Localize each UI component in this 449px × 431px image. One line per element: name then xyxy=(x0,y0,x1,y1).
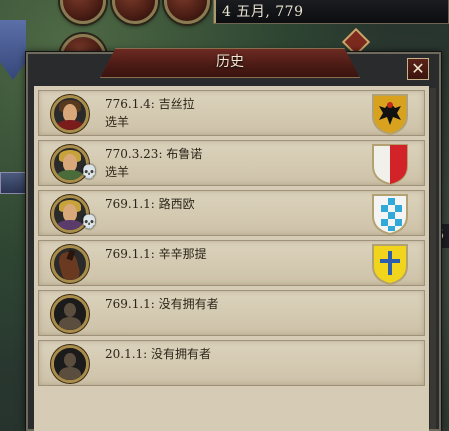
coat-of-arms-icon[interactable] xyxy=(368,192,412,236)
history-list: 776.1.4: 吉丝拉 选羊 💀 770.3.23: 布鲁诺 选羊 💀 769… xyxy=(34,86,429,431)
game-date: 4 五月, 779 xyxy=(213,0,449,24)
date-bracket xyxy=(214,0,222,23)
history-window: 历史 ✕ 776.1.4: 吉丝拉 选羊 💀 770.3.23: 布鲁诺 选羊 … xyxy=(26,48,441,431)
entry-text: 769.1.1: 路西欧 xyxy=(105,195,195,213)
history-entry[interactable]: 💀 769.1.1: 路西欧 xyxy=(38,190,425,236)
portrait-body xyxy=(56,220,84,230)
entry-date-name: 769.1.1: 没有拥有者 xyxy=(105,297,219,311)
entry-text: 776.1.4: 吉丝拉 选羊 xyxy=(105,95,195,131)
coat-of-arms-icon[interactable] xyxy=(368,242,412,286)
empty-silhouette-icon xyxy=(54,298,86,330)
portrait-body xyxy=(56,120,84,130)
history-entry[interactable]: 20.1.1: 没有拥有者 xyxy=(38,340,425,386)
side-tab[interactable] xyxy=(0,172,26,194)
date-text: 4 五月, 779 xyxy=(222,4,304,20)
entry-date-name: 776.1.4: 吉丝拉 xyxy=(105,97,195,111)
entry-role: 选羊 xyxy=(105,115,130,129)
title-bar: 历史 xyxy=(100,48,360,78)
entry-date-name: 769.1.1: 路西欧 xyxy=(105,197,195,211)
history-entry[interactable]: 💀 770.3.23: 布鲁诺 选羊 xyxy=(38,140,425,186)
entry-text: 20.1.1: 没有拥有者 xyxy=(105,345,211,363)
history-entry[interactable]: 769.1.1: 没有拥有者 xyxy=(38,290,425,336)
entry-role: 选羊 xyxy=(105,165,130,179)
empty-silhouette-icon xyxy=(54,348,86,380)
history-entry[interactable]: 769.1.1: 辛辛那提 xyxy=(38,240,425,286)
coat-of-arms-icon[interactable] xyxy=(368,142,412,186)
skull-icon: 💀 xyxy=(81,215,98,230)
character-portrait[interactable] xyxy=(51,295,89,333)
entry-text: 770.3.23: 布鲁诺 选羊 xyxy=(105,145,202,181)
entry-date-name: 770.3.23: 布鲁诺 xyxy=(105,147,203,161)
close-icon: ✕ xyxy=(411,59,425,78)
character-portrait[interactable] xyxy=(51,95,89,133)
entry-date-name: 769.1.1: 辛辛那提 xyxy=(105,247,207,261)
character-portrait[interactable] xyxy=(51,345,89,383)
history-entry[interactable]: 776.1.4: 吉丝拉 选羊 xyxy=(38,90,425,136)
skull-icon: 💀 xyxy=(81,165,98,180)
entry-text: 769.1.1: 辛辛那提 xyxy=(105,245,207,263)
entry-date-name: 20.1.1: 没有拥有者 xyxy=(105,347,212,361)
character-portrait[interactable] xyxy=(51,245,89,283)
entry-text: 769.1.1: 没有拥有者 xyxy=(105,295,219,313)
window-title: 历史 xyxy=(216,54,244,70)
list-scrollbar[interactable] xyxy=(430,88,436,429)
coat-of-arms-icon[interactable] xyxy=(368,92,412,136)
close-button[interactable]: ✕ xyxy=(407,58,429,80)
portrait-body xyxy=(56,170,84,180)
